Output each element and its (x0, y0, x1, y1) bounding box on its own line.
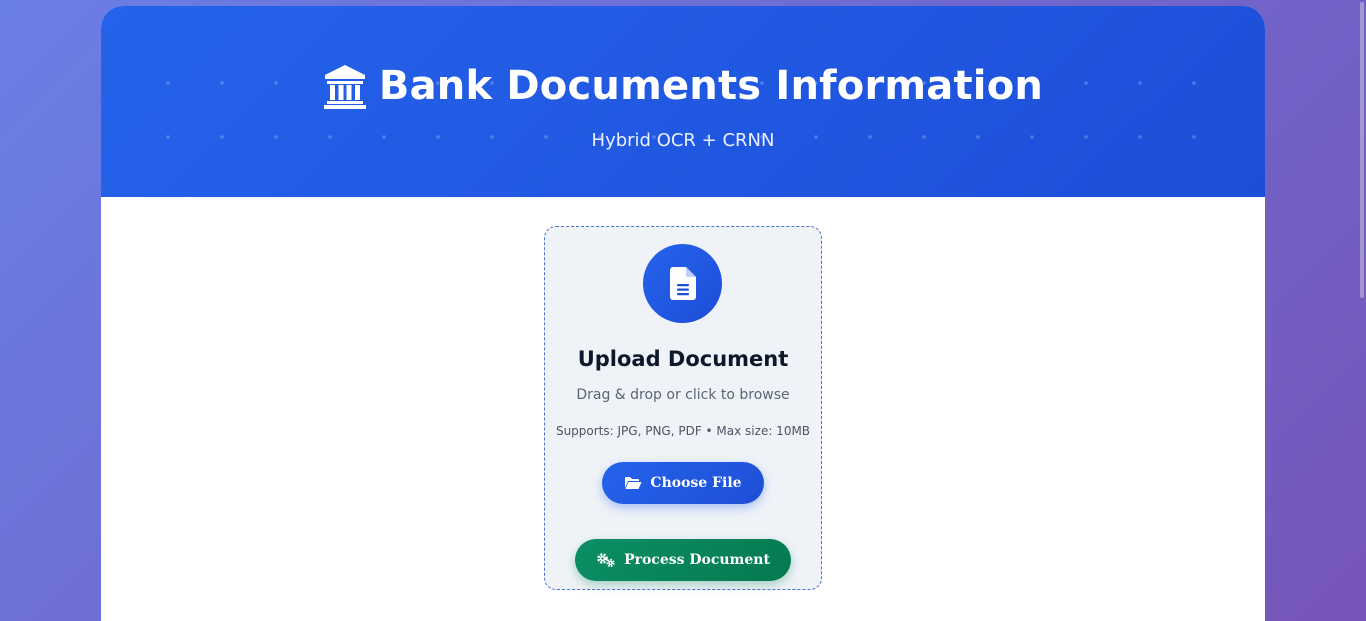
main-card: Bank Documents Information Hybrid OCR + … (101, 6, 1265, 621)
document-icon (669, 267, 696, 300)
choose-file-button[interactable]: Choose File (602, 462, 764, 504)
document-icon-circle (643, 244, 722, 323)
upload-dropzone[interactable]: Upload Document Drag & drop or click to … (544, 226, 822, 590)
process-document-label: Process Document (624, 552, 770, 568)
process-document-button[interactable]: Process Document (575, 539, 791, 581)
page-scrollbar[interactable] (1360, 2, 1364, 298)
upload-title: Upload Document (577, 347, 789, 371)
upload-hint: Drag & drop or click to browse (576, 387, 790, 403)
folder-open-icon (624, 476, 642, 490)
choose-file-label: Choose File (650, 475, 742, 491)
title-row: Bank Documents Information (101, 62, 1265, 110)
upload-supported-formats: Supports: JPG, PNG, PDF • Max size: 10MB (555, 424, 811, 438)
gears-icon (596, 552, 616, 568)
page-title: Bank Documents Information (378, 63, 1044, 109)
page-subtitle: Hybrid OCR + CRNN (591, 130, 775, 151)
page-header: Bank Documents Information Hybrid OCR + … (101, 6, 1265, 197)
bank-icon (323, 63, 367, 109)
